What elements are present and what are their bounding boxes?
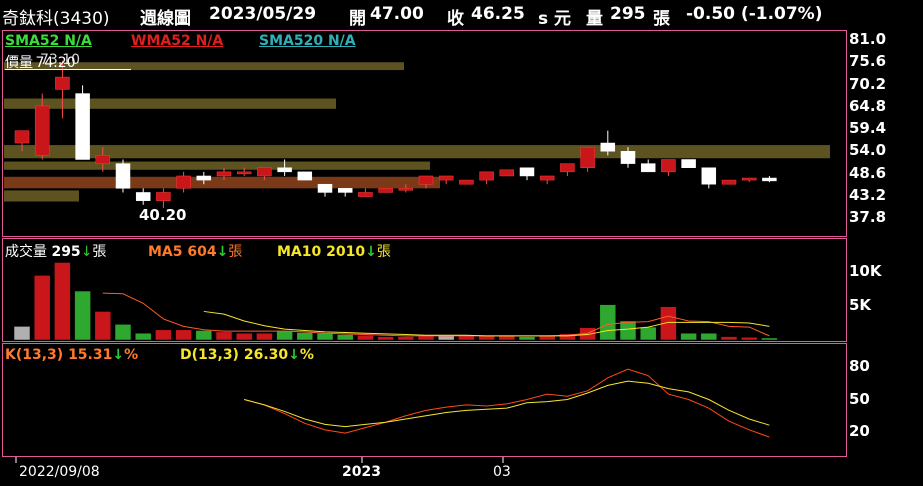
candle-body xyxy=(661,159,676,173)
candle-body xyxy=(55,76,70,90)
candle-body xyxy=(762,177,777,182)
x-label-month: 03 xyxy=(493,464,511,480)
ma10-unit: 張 xyxy=(376,244,391,260)
candle-body xyxy=(378,188,393,193)
candle-body xyxy=(479,171,494,181)
ma5-value: 604 xyxy=(187,244,217,260)
candle-body xyxy=(236,171,252,175)
volume-legend-label: 成交量 xyxy=(5,244,47,260)
candle-body xyxy=(620,151,636,164)
candle-body xyxy=(701,167,717,185)
candle-body xyxy=(337,188,353,193)
price-tick-label: 48.6 xyxy=(849,163,887,182)
volume-profile-bar xyxy=(4,98,336,109)
candle-body xyxy=(398,188,414,191)
candle-body xyxy=(560,163,575,173)
price-tick-label: 59.4 xyxy=(849,119,887,137)
candle-body xyxy=(721,179,737,185)
k-label: K(13,3) xyxy=(5,347,64,363)
candle-body xyxy=(681,159,696,168)
ma10-legend: MA10 2010↓張 xyxy=(277,241,391,261)
price-volume-value-2: 73.10 xyxy=(40,52,81,68)
volume-profile-bar xyxy=(4,161,430,170)
d-value: 26.30 xyxy=(243,347,289,363)
candle-body xyxy=(277,167,292,173)
candle-body xyxy=(257,167,272,177)
candle-body xyxy=(156,192,171,201)
price-tick-label: 43.2 xyxy=(849,185,887,204)
d-unit: % xyxy=(299,347,314,363)
price-tick-label: 75.6 xyxy=(849,52,887,71)
candle-body xyxy=(95,155,111,164)
x-label-year: 2023 xyxy=(342,464,381,480)
candle-body xyxy=(519,167,535,177)
volume-panel[interactable] xyxy=(2,238,847,342)
d-legend: D(13,3) 26.30↓% xyxy=(180,347,314,363)
candle-body xyxy=(580,146,595,168)
down-arrow-icon: ↓ xyxy=(365,244,377,260)
candle-body xyxy=(75,93,90,160)
volume-profile-bar xyxy=(4,145,830,159)
volume-tick-label: 10K xyxy=(849,262,882,280)
price-tick-label: 37.8 xyxy=(849,208,887,226)
candle-body xyxy=(640,163,656,173)
price-tick-label: 54.0 xyxy=(849,141,887,160)
candle-body xyxy=(216,171,232,177)
kd-tick-label: 50 xyxy=(849,389,870,408)
kd-tick-label: 20 xyxy=(849,422,870,440)
ma5-label: MA5 xyxy=(148,244,183,260)
candle-body xyxy=(297,171,313,181)
candle-body xyxy=(135,192,151,201)
volume-tick-label: 5K xyxy=(849,296,872,314)
down-arrow-icon: ↓ xyxy=(288,347,300,363)
candle-body xyxy=(499,169,515,177)
candle-body xyxy=(600,142,616,152)
overlay-underline xyxy=(5,69,131,70)
price-tick-label: 64.8 xyxy=(849,96,887,115)
d-label: D(13,3) xyxy=(180,347,239,363)
ma5-legend: MA5 604↓張 xyxy=(148,241,242,261)
candle-body xyxy=(115,163,131,189)
candle-body xyxy=(196,175,212,181)
down-arrow-icon: ↓ xyxy=(112,347,125,363)
volume-legend-value: 295 xyxy=(51,244,81,260)
ma5-unit: 張 xyxy=(228,244,243,260)
low-price-marker: 40.20 xyxy=(139,206,187,224)
x-label-start: 2022/09/08 xyxy=(19,464,100,480)
price-tick-label: 70.2 xyxy=(849,74,887,93)
k-legend: K(13,3) 15.31↓% xyxy=(5,347,138,363)
price-tick-label: 81.0 xyxy=(849,30,887,48)
volume-legend: 成交量 295↓張 xyxy=(5,241,106,261)
k-value: 15.31 xyxy=(68,347,113,363)
candle-body xyxy=(418,175,434,185)
volume-profile-bar xyxy=(4,190,79,202)
candle-body xyxy=(14,130,30,144)
down-arrow-icon: ↓ xyxy=(80,244,93,260)
candle-body xyxy=(438,175,454,181)
ma10-label: MA10 xyxy=(277,244,322,260)
volume-profile-bar xyxy=(4,176,440,189)
candle-body xyxy=(459,179,474,185)
candle-body xyxy=(741,177,757,181)
volume-legend-unit: 張 xyxy=(92,244,107,260)
k-unit: % xyxy=(124,347,139,363)
kd-tick-label: 80 xyxy=(849,357,870,375)
ma10-value: 2010 xyxy=(326,244,366,260)
candle-body xyxy=(358,192,373,197)
candle-body xyxy=(317,183,333,193)
candle-body xyxy=(539,175,555,181)
candle-body xyxy=(176,175,191,189)
candle-body xyxy=(34,105,50,156)
down-arrow-icon: ↓ xyxy=(216,244,229,260)
